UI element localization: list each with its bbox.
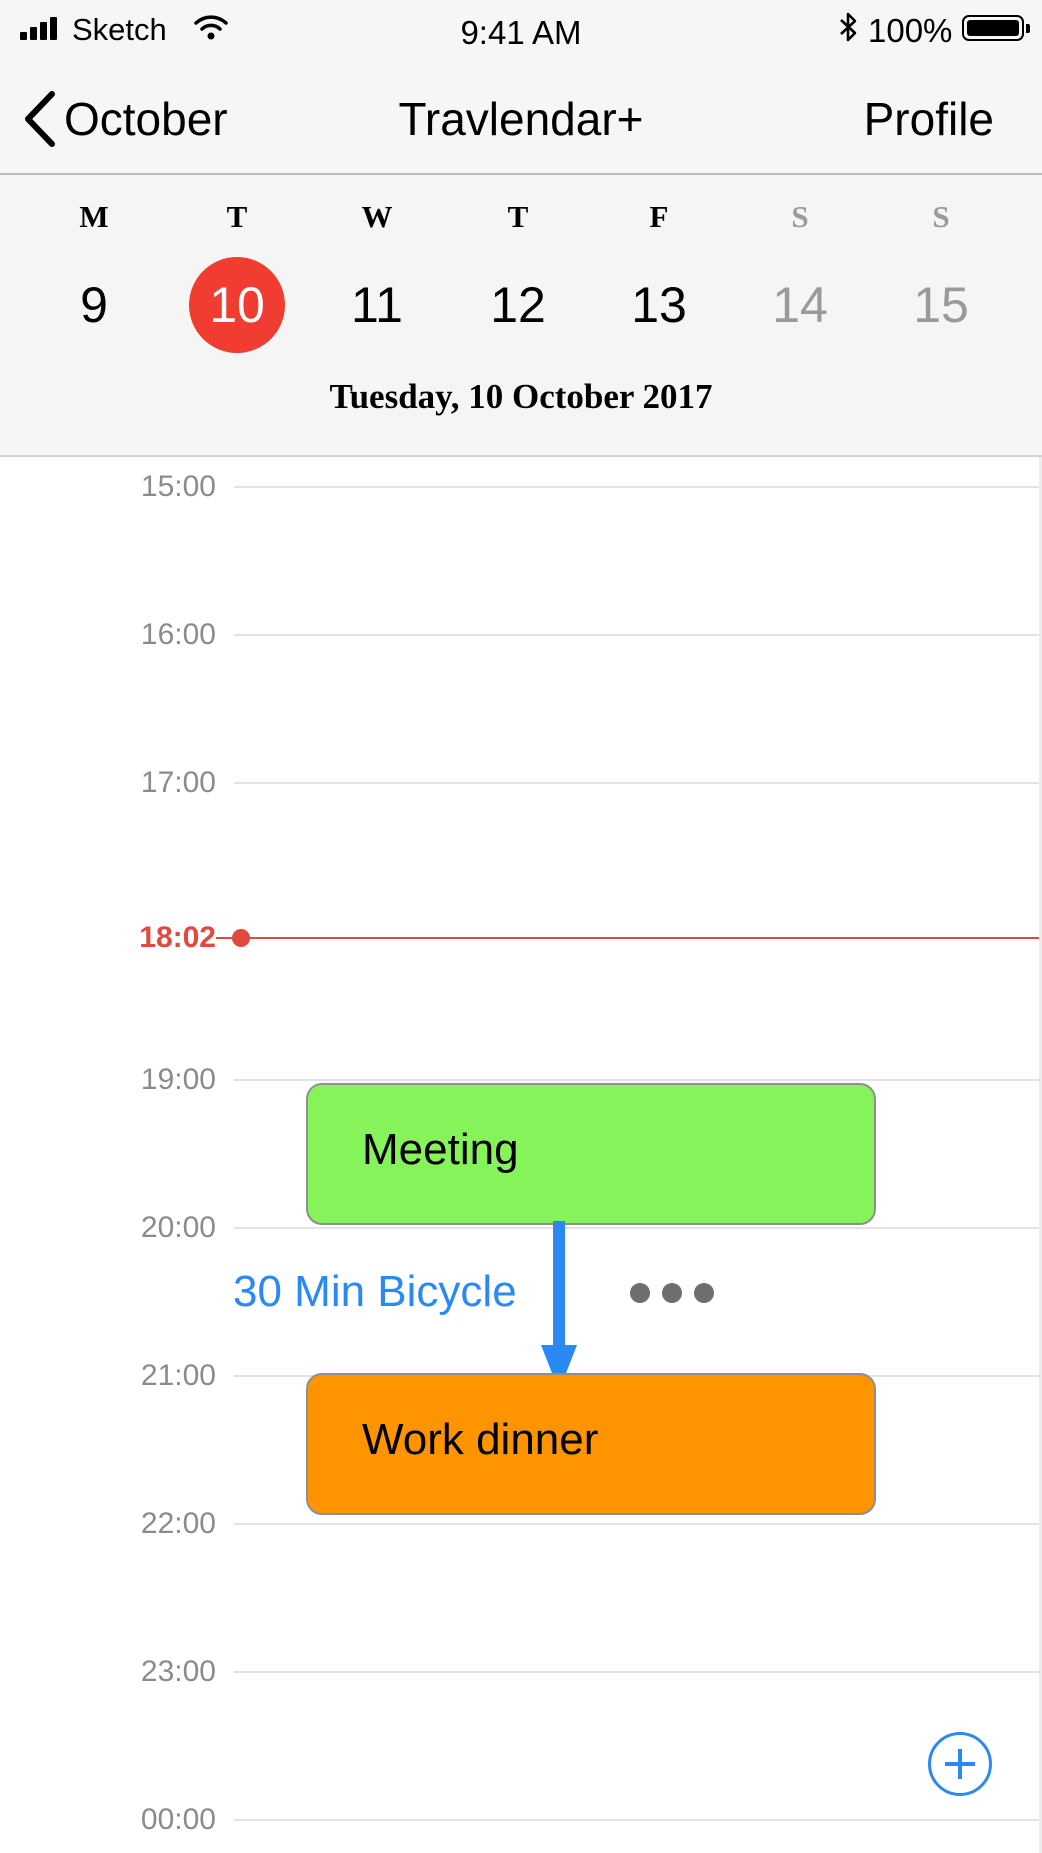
hour-divider	[234, 486, 1042, 488]
hour-divider	[234, 1671, 1042, 1673]
profile-button[interactable]: Profile	[864, 92, 994, 146]
hour-label: 15:00	[140, 470, 216, 503]
travel-arrow-icon	[541, 1221, 577, 1391]
day-of-week-label: F	[649, 199, 669, 234]
selected-date-title: Tuesday, 10 October 2017	[329, 377, 713, 416]
status-bar: Sketch 9:41 AM 100%	[0, 0, 1042, 60]
hour-label: 20:00	[140, 1211, 216, 1244]
hour-divider	[234, 1227, 1042, 1229]
day-number: 12	[490, 277, 546, 333]
hour-label: 19:00	[140, 1063, 216, 1096]
hour-divider	[234, 782, 1042, 784]
hour-label: 16:00	[140, 618, 216, 651]
week-strip: M 9 T 10 W 11 T 12 F 13 S 14 S 15 Tuesda…	[0, 175, 1042, 457]
current-time-label: 18:02	[139, 921, 216, 954]
day-timeline[interactable]: 15:00 16:00 17:00 18:02 19:00 20:00 21:0…	[0, 457, 1042, 1853]
day-number: 15	[913, 277, 969, 333]
day-number-selected: 10	[189, 257, 285, 353]
hour-row: 00:00	[0, 1800, 1042, 1840]
hour-label: 22:00	[140, 1507, 216, 1540]
hour-row: 15:00	[0, 467, 1042, 507]
current-time-indicator: 18:02	[0, 918, 1042, 958]
day-of-week-label: M	[79, 199, 109, 234]
battery-percentage: 100%	[868, 12, 953, 49]
navigation-bar: October Travlendar+ Profile	[0, 60, 1042, 175]
hour-row: 16:00	[0, 615, 1042, 655]
day-tuesday-selected[interactable]: T 10	[167, 175, 307, 375]
hour-label: 23:00	[140, 1655, 216, 1688]
hour-divider	[234, 1523, 1042, 1525]
day-saturday[interactable]: S 14	[730, 175, 870, 375]
day-friday[interactable]: F 13	[589, 175, 729, 375]
current-time-line	[216, 937, 1042, 939]
day-number: 14	[772, 277, 828, 333]
event-title: Work dinner	[362, 1415, 599, 1464]
hour-label: 17:00	[140, 766, 216, 799]
day-of-week-label: S	[791, 199, 809, 234]
day-sunday[interactable]: S 15	[871, 175, 1011, 375]
battery-icon	[962, 15, 1030, 41]
add-event-button[interactable]	[928, 1732, 992, 1796]
hour-label: 21:00	[140, 1359, 216, 1392]
more-options-icon[interactable]	[630, 1283, 714, 1303]
travel-duration-label[interactable]: 30 Min Bicycle	[233, 1267, 517, 1317]
day-number: 13	[631, 277, 687, 333]
hour-row: 17:00	[0, 763, 1042, 803]
day-wednesday[interactable]: W 11	[307, 175, 447, 375]
current-time-dot	[232, 929, 250, 947]
hour-divider	[234, 1079, 1042, 1081]
event-work-dinner[interactable]: Work dinner	[306, 1373, 876, 1515]
day-thursday[interactable]: T 12	[448, 175, 588, 375]
day-monday[interactable]: M 9	[24, 175, 164, 375]
day-of-week-label: S	[932, 199, 950, 234]
hour-divider	[234, 1819, 1042, 1821]
day-number: 11	[351, 277, 403, 333]
event-title: Meeting	[362, 1125, 519, 1174]
hour-row: 23:00	[0, 1652, 1042, 1692]
day-of-week-label: T	[226, 199, 248, 234]
day-number: 9	[80, 277, 108, 333]
day-of-week-label: W	[361, 199, 393, 234]
hour-label: 00:00	[140, 1803, 216, 1836]
hour-divider	[234, 634, 1042, 636]
calendar-screen: Sketch 9:41 AM 100% October Travlendar+ …	[0, 0, 1042, 1853]
bluetooth-icon	[840, 12, 857, 42]
day-of-week-label: T	[507, 199, 529, 234]
event-meeting[interactable]: Meeting	[306, 1083, 876, 1225]
